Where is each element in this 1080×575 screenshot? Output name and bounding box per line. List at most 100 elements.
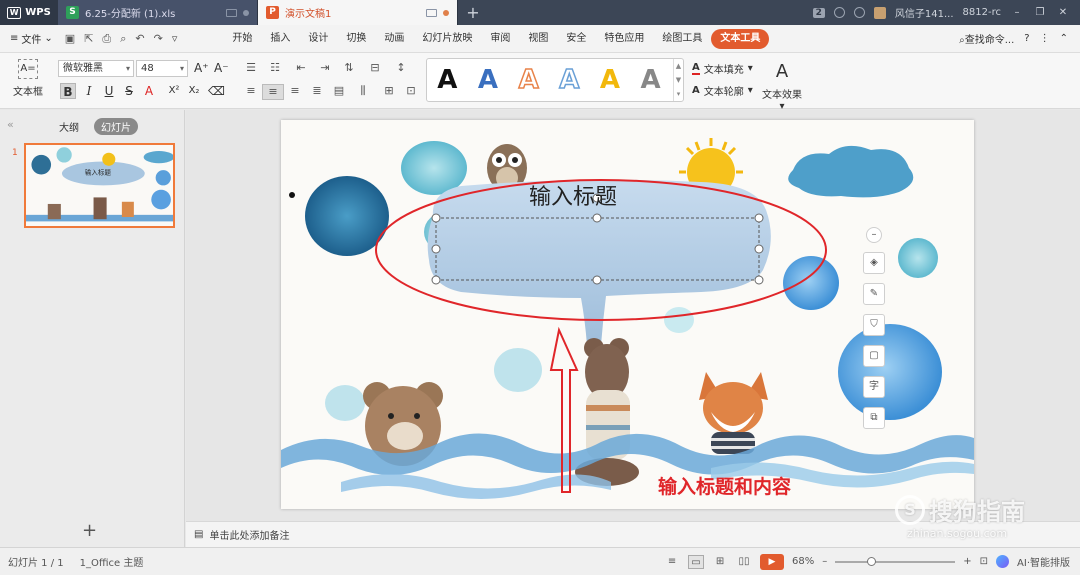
tab-close-dot-icon[interactable] — [243, 9, 249, 16]
tab-11[interactable]: 文本工具 — [711, 28, 770, 49]
line-spacing-icon[interactable]: ↕ — [390, 61, 412, 77]
slideshow-play-button[interactable]: ▶ — [760, 553, 785, 570]
save-icon[interactable]: ▣ — [65, 32, 75, 46]
paragraph-settings-icon[interactable]: ⊞ — [378, 84, 400, 100]
zoom-slider[interactable] — [835, 556, 956, 566]
new-tab-button[interactable]: + — [458, 0, 488, 25]
collapse-panel-icon[interactable]: « — [7, 118, 14, 131]
collapse-toolbar-icon[interactable]: – — [866, 227, 882, 243]
text-effect-button[interactable]: A 文本效果 ▾ — [758, 61, 806, 112]
font-color-button[interactable]: A — [141, 83, 157, 99]
font-family-select[interactable]: 微软雅黑 ▾ — [58, 60, 134, 77]
text-style-preset-6[interactable]: A — [641, 65, 661, 95]
gallery-scroll[interactable]: ▲ ▼ ▾ — [673, 59, 683, 101]
textbox-button[interactable]: A= 文本框 — [8, 59, 48, 98]
avatar[interactable] — [873, 6, 886, 19]
tab-0[interactable]: 开始 — [223, 29, 261, 49]
align-right-icon[interactable]: ≡ — [284, 84, 306, 100]
tab-window-icon[interactable] — [426, 8, 437, 17]
slide-thumbnail[interactable]: 输入标题 — [24, 143, 175, 228]
customize-icon[interactable]: ▿ — [172, 32, 178, 46]
tab-5[interactable]: 幻灯片放映 — [413, 29, 481, 49]
wps-home-button[interactable]: W WPS — [0, 0, 58, 25]
sorter-view-icon[interactable]: ⊞ — [712, 555, 728, 569]
skin-icon[interactable] — [833, 7, 845, 18]
tab-9[interactable]: 特色应用 — [595, 29, 653, 49]
numbered-list-icon[interactable]: ☷ — [264, 61, 286, 77]
text-fill-button[interactable]: A 文本填充 ▾ — [692, 61, 753, 76]
columns-icon[interactable]: ⫼ — [352, 84, 374, 100]
text-style-preset-5[interactable]: A — [600, 65, 620, 95]
strikethrough-button[interactable]: S — [121, 83, 137, 99]
text-style-preset-1[interactable]: A — [437, 65, 457, 95]
outdent-icon[interactable]: ⇤ — [290, 61, 312, 77]
tab-spreadsheet[interactable]: S 6.25-分配新 (1).xls — [58, 0, 258, 25]
window-count-badge[interactable]: 2 — [812, 7, 825, 18]
tab-slides[interactable]: 幻灯片 — [94, 118, 138, 135]
align-text-icon[interactable]: ⊟ — [364, 61, 386, 77]
layers-icon[interactable]: ◈ — [863, 252, 885, 274]
zoom-out-icon[interactable]: – — [822, 556, 827, 567]
subscript-button[interactable]: X₂ — [186, 83, 202, 99]
text-format-button[interactable]: 字 — [863, 376, 885, 398]
pen-icon[interactable]: ✎ — [863, 283, 885, 305]
preview-icon[interactable]: ⌕ — [120, 32, 126, 46]
tab-3[interactable]: 切换 — [337, 29, 375, 49]
text-direction-icon[interactable]: ⇅ — [338, 61, 360, 77]
font-size-select[interactable]: 48 ▾ — [136, 60, 188, 77]
file-menu[interactable]: ≡ 文件 ⌄ — [0, 31, 53, 46]
reading-view-icon[interactable]: ▯▯ — [736, 555, 752, 569]
slide-canvas[interactable]: 输入标题 输入标题和内容 – ◈ ✎ ⛉ ▢ 字 ⧉ — [281, 120, 974, 509]
tab-outline[interactable]: 大纲 — [52, 118, 86, 135]
ai-layout-button[interactable]: AI·智能排版 — [1017, 554, 1070, 569]
tab-window-icon[interactable] — [226, 8, 237, 17]
collapse-ribbon-icon[interactable]: ⌃ — [1060, 33, 1068, 44]
zoom-in-icon[interactable]: + — [963, 556, 971, 567]
notes-view-icon[interactable]: ≡ — [664, 555, 680, 569]
redo-icon[interactable]: ↷ — [154, 32, 163, 46]
underline-button[interactable]: U — [101, 83, 117, 99]
more-icon[interactable]: ⋮ — [1040, 33, 1050, 44]
align-left-icon[interactable]: ≡ — [240, 84, 262, 100]
text-style-preset-2[interactable]: A — [478, 65, 498, 95]
fill-bucket-icon[interactable]: ⛉ — [863, 314, 885, 336]
tab-1[interactable]: 插入 — [261, 29, 299, 49]
tab-10[interactable]: 绘图工具 — [653, 29, 711, 49]
close-icon[interactable]: ✕ — [1056, 7, 1070, 18]
restore-icon[interactable]: ❐ — [1033, 7, 1047, 18]
print-icon[interactable]: ⎙ — [102, 32, 111, 46]
theme-name[interactable]: 1_Office 主题 — [80, 554, 144, 569]
undo-icon[interactable]: ↶ — [135, 32, 144, 46]
tab-6[interactable]: 审阅 — [481, 29, 519, 49]
tab-2[interactable]: 设计 — [299, 29, 337, 49]
search-commands[interactable]: ⌕查找命令... — [959, 31, 1014, 46]
increase-font-icon[interactable]: A⁺ — [194, 61, 209, 75]
fit-window-icon[interactable]: ⊡ — [980, 556, 988, 567]
decrease-font-icon[interactable]: A⁻ — [214, 61, 229, 75]
align-center-icon[interactable]: ≡ — [262, 84, 284, 100]
tab-close-dot-icon[interactable] — [443, 9, 449, 16]
italic-button[interactable]: I — [81, 83, 97, 99]
border-frame-icon[interactable]: ▢ — [863, 345, 885, 367]
text-style-preset-3[interactable]: A — [518, 64, 540, 96]
text-outline-button[interactable]: A 文本轮廓 ▾ — [692, 83, 753, 98]
zoom-slider-handle[interactable] — [867, 556, 877, 566]
user-name[interactable]: 风信子141... — [895, 5, 954, 20]
help-icon[interactable]: ? — [1024, 33, 1029, 44]
tab-8[interactable]: 安全 — [557, 29, 595, 49]
export-icon[interactable]: ⇱ — [84, 32, 93, 46]
tab-4[interactable]: 动画 — [375, 29, 413, 49]
text-style-preset-4[interactable]: A — [558, 64, 580, 96]
superscript-button[interactable]: X² — [166, 83, 182, 99]
zoom-level[interactable]: 68% — [792, 556, 814, 567]
bold-button[interactable]: B — [60, 83, 76, 99]
add-slide-button[interactable]: + — [82, 520, 97, 541]
justify-icon[interactable]: ≣ — [306, 84, 328, 100]
bullet-list-icon[interactable]: ☰ — [240, 61, 262, 77]
shirt-icon[interactable] — [853, 7, 865, 18]
indent-icon[interactable]: ⇥ — [314, 61, 336, 77]
distribute-icon[interactable]: ▤ — [328, 84, 350, 100]
tab-presentation[interactable]: P 演示文稿1 — [258, 0, 458, 25]
paragraph-more-icon[interactable]: ⊡ — [400, 84, 422, 100]
clear-format-icon[interactable]: ⌫ — [208, 83, 225, 99]
